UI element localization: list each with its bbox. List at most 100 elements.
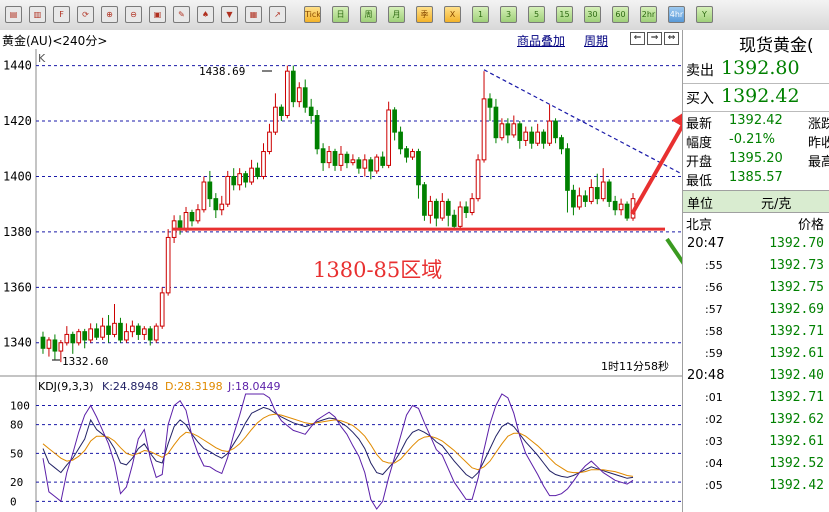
price-tick-label: 1380 [3, 225, 32, 239]
tick-price: 1392.75 [769, 280, 824, 295]
candle-body [535, 131, 541, 144]
tick-price: 1392.52 [769, 456, 824, 471]
period-link[interactable]: 周期 [584, 32, 608, 49]
stat-value: 1392.42 [729, 113, 783, 128]
candle-body [100, 325, 105, 338]
tick-time: :56 [705, 281, 723, 294]
candle-body [130, 325, 135, 333]
candle-body [511, 123, 517, 136]
toolbar: ▤ ▥ F ⟳ ⊕ ⊖ ▣ ✎ ♠ ▼ ▦ ↗ Tick 日周月季 X 1 3 5 15 30 60 2hr 4hr Y [0, 0, 829, 31]
period-x[interactable]: X [444, 6, 461, 23]
tick-row: 20:47 1392.70 [683, 233, 829, 255]
period-y[interactable]: Y [696, 6, 713, 23]
price-tick-label: 1340 [3, 336, 32, 350]
candle-body [594, 187, 600, 200]
candle [165, 229, 171, 296]
zoom-out-icon[interactable]: ⊖ [125, 6, 142, 23]
price-tick-label: 1440 [3, 59, 32, 73]
period-2hr[interactable]: 2hr [640, 6, 657, 23]
period-周[interactable]: 周 [360, 6, 377, 23]
candle-body [416, 151, 421, 186]
scroll-right-button[interactable]: ⇒ [647, 32, 662, 45]
tick-time: :03 [705, 435, 723, 448]
candle-body [362, 159, 368, 169]
period-3[interactable]: 3 [500, 6, 517, 23]
tick-price: 1392.40 [769, 368, 824, 383]
indicator-icon[interactable]: ♠ [197, 6, 214, 23]
candle-body [332, 151, 338, 166]
zoom-in-icon[interactable]: ⊕ [101, 6, 118, 23]
candle-body [374, 156, 380, 172]
analysis-icon[interactable]: ↗ [269, 6, 286, 23]
candle-body [219, 203, 225, 211]
candle-body [493, 106, 499, 139]
candle-body [392, 109, 397, 133]
period-30[interactable]: 30 [584, 6, 601, 23]
refresh-icon[interactable]: ⟳ [77, 6, 94, 23]
period-日[interactable]: 日 [332, 6, 349, 23]
candle-body [106, 325, 111, 335]
tick-row: :59 1392.61 [683, 343, 829, 365]
candle-body [94, 328, 99, 338]
buy-row: 买入 1392.42 [683, 85, 829, 109]
col-price: 价格 [797, 218, 824, 233]
buy-label: 买入 [686, 91, 714, 107]
overlay-link[interactable]: 商品叠加 [517, 32, 565, 49]
chart-icon[interactable]: ▤ [5, 6, 22, 23]
candle-body [243, 173, 248, 183]
period-15[interactable]: 15 [556, 6, 573, 23]
candle-body [64, 333, 70, 344]
period-月[interactable]: 月 [388, 6, 405, 23]
candle-body [445, 200, 451, 216]
candle-body [237, 173, 243, 186]
candle-body [368, 159, 374, 172]
candle-body [267, 131, 272, 153]
min-price-label: 1332.60 [62, 355, 108, 368]
tick-price: 1392.71 [769, 390, 824, 405]
quote-panel: 现货黄金( 卖出 1392.80 买入 1392.42 最新 1392.42 涨跌幅… [682, 30, 829, 512]
tick-row: :58 1392.71 [683, 321, 829, 343]
kdj-tick-label: 100 [10, 400, 30, 413]
filter-icon[interactable]: ▼ [221, 6, 238, 23]
candle-body [88, 328, 94, 341]
candle-body [499, 123, 505, 139]
book-icon[interactable]: ▥ [29, 6, 46, 23]
kdj-tick-label: 20 [10, 476, 23, 489]
candle-body [356, 159, 362, 169]
tick-time: :55 [705, 259, 723, 272]
candle-body [606, 181, 612, 202]
period-tick[interactable]: Tick [304, 6, 321, 23]
scroll-left-button[interactable]: ⇐ [630, 32, 645, 45]
sell-label: 卖出 [686, 63, 714, 79]
candle-body [201, 181, 207, 211]
tick-time: 20:47 [687, 236, 725, 251]
candle-body [225, 175, 231, 205]
max-price-label: 1438.69 [199, 65, 245, 78]
tick-row: :04 1392.52 [683, 453, 829, 475]
price-tick-label: 1400 [3, 169, 32, 183]
period-60[interactable]: 60 [612, 6, 629, 23]
table-icon[interactable]: ▦ [245, 6, 262, 23]
period-4hr[interactable]: 4hr [668, 6, 685, 23]
period-1[interactable]: 1 [472, 6, 489, 23]
f10-icon[interactable]: F [53, 6, 70, 23]
window-icon[interactable]: ▣ [149, 6, 166, 23]
tick-time: 20:48 [687, 368, 725, 383]
candle-body [463, 206, 469, 213]
tick-price: 1392.70 [769, 236, 824, 251]
period-季[interactable]: 季 [416, 6, 433, 23]
candle [624, 201, 630, 221]
period-5[interactable]: 5 [528, 6, 545, 23]
tick-row: :05 1392.42 [683, 475, 829, 497]
tick-row: :02 1392.62 [683, 409, 829, 431]
stat-row: 幅度 -0.21% 昨收 [683, 131, 829, 151]
stat-label-2: 最高 [808, 155, 829, 170]
expand-button[interactable]: ⇔ [664, 32, 679, 45]
candle [290, 65, 296, 108]
chart-area[interactable]: K 1340 1360 1380 1400 1420 1440 1438.69 1332.… [0, 49, 682, 512]
candle-body [612, 200, 618, 211]
sell-row: 卖出 1392.80 [683, 57, 829, 81]
pen-icon[interactable]: ✎ [173, 6, 190, 23]
candle-body [112, 322, 117, 335]
stat-label-2: 涨跌 [808, 117, 829, 132]
